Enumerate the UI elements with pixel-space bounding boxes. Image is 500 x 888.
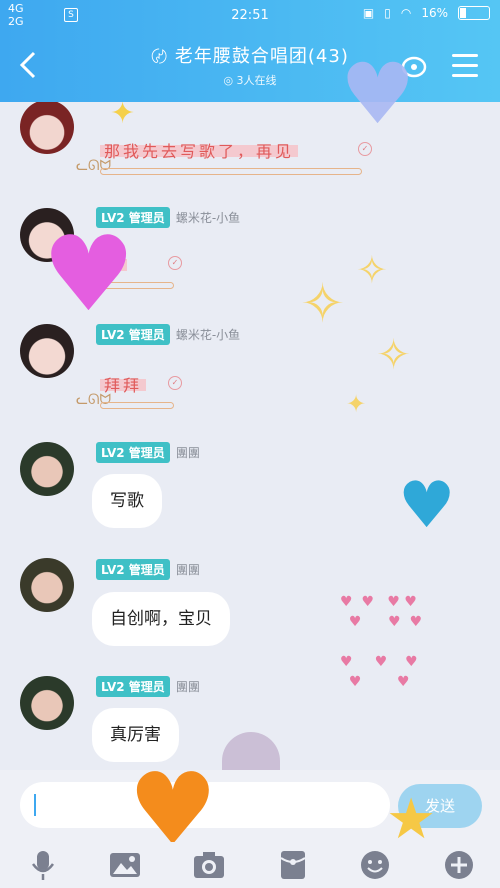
- status-right: ▣ ▯ ◠ 16%: [363, 6, 490, 20]
- microphone-icon[interactable]: [26, 848, 60, 882]
- sparkle-icon: ✧: [376, 330, 412, 379]
- battery-percent: 16%: [421, 6, 448, 20]
- avatar[interactable]: [20, 442, 74, 496]
- image-icon[interactable]: [108, 848, 142, 882]
- message-bubble[interactable]: 写歌: [92, 474, 162, 528]
- message-bubble[interactable]: 自创啊，宝贝: [92, 592, 230, 646]
- blue-heart-icon: ♥: [398, 469, 456, 543]
- sender-row: LV2 管理员 團團: [96, 559, 200, 580]
- message-input[interactable]: [20, 782, 390, 828]
- sticker-message[interactable]: 拜拜 ✓ ᓚᘏᗢ: [76, 366, 196, 410]
- chat-header: 〄 老年腰鼓合唱团(43) ◎ 3人在线: [0, 32, 500, 102]
- check-circle-icon: ◎: [223, 74, 234, 87]
- plus-icon[interactable]: [442, 848, 476, 882]
- bottom-toolbar: [0, 842, 500, 888]
- sticker-message[interactable]: 那我先去写歌了，再见 ✓ ᓚᘏᗢ: [76, 132, 372, 176]
- sender-row: LV2 管理员 團團: [96, 676, 200, 697]
- menu-icon[interactable]: [452, 54, 478, 84]
- sender-name[interactable]: 螺米花-小鱼: [176, 326, 240, 343]
- sticker-decoration: [100, 402, 174, 409]
- sender-row: LV2 管理员 螺米花-小鱼: [96, 324, 240, 345]
- online-text: 3人在线: [236, 74, 277, 87]
- group-settings-icon[interactable]: [400, 54, 428, 80]
- avatar[interactable]: [20, 558, 74, 612]
- battery-saver-icon: ▣: [362, 6, 375, 20]
- sparkle-icon: ✧: [356, 248, 388, 292]
- avatar[interactable]: [20, 676, 74, 730]
- message-list[interactable]: 那我先去写歌了，再见 ✓ ᓚᘏᗢ LV2 管理员 螺米花-小鱼 嗯 ✓ ᓚᘏᗢ …: [0, 102, 500, 770]
- level-badge: LV2 管理员: [96, 207, 170, 228]
- text-caret: [34, 794, 36, 816]
- level-badge: LV2 管理员: [96, 676, 170, 697]
- sticker-message[interactable]: 嗯 ✓ ᓚᘏᗢ: [76, 246, 196, 290]
- read-check-icon: ✓: [168, 376, 182, 390]
- level-badge: LV2 管理员: [96, 559, 170, 580]
- level-badge: LV2 管理员: [96, 442, 170, 463]
- level-badge: LV2 管理员: [96, 324, 170, 345]
- message-bubble[interactable]: 真厉害: [92, 708, 179, 762]
- sender-name[interactable]: 團團: [176, 444, 200, 461]
- battery-icon: [458, 6, 490, 20]
- sender-name[interactable]: 團團: [176, 561, 200, 578]
- read-check-icon: ✓: [168, 256, 182, 270]
- sender-row: LV2 管理员 團團: [96, 442, 200, 463]
- group-name: 老年腰鼓合唱团(43): [174, 46, 349, 67]
- sparkle-icon: ✦: [346, 390, 367, 418]
- sticker-decoration: [100, 168, 362, 175]
- emoji-icon[interactable]: [358, 848, 392, 882]
- avatar[interactable]: [20, 102, 74, 154]
- vibrate-icon: ▯: [384, 6, 391, 20]
- message-text: 那我先去写歌了，再见: [100, 138, 299, 162]
- avatar[interactable]: [20, 324, 74, 378]
- sender-row: LV2 管理员 螺米花-小鱼: [96, 207, 240, 228]
- read-check-icon: ✓: [358, 142, 372, 156]
- petals-decoration: ♥ ♥ ♥ ♥ ♥ ♥ ♥ ♥ ♥ ♥ ♥ ♥: [340, 594, 423, 690]
- ear-icon: 〄: [151, 47, 169, 66]
- sender-name[interactable]: 螺米花-小鱼: [176, 209, 240, 226]
- input-bar: 发送: [0, 770, 500, 842]
- camera-icon[interactable]: [192, 848, 226, 882]
- anime-character-sticker: [222, 732, 280, 770]
- sparkle-icon: ✦: [110, 102, 136, 131]
- sparkle-icon: ✧: [300, 272, 346, 335]
- send-button[interactable]: 发送: [398, 784, 482, 828]
- sticker-decoration: [100, 282, 174, 289]
- status-bar: 4G 2G S 22:51 ▣ ▯ ◠ 16%: [0, 0, 500, 32]
- avatar[interactable]: [20, 208, 74, 262]
- red-packet-icon[interactable]: [276, 848, 310, 882]
- sender-name[interactable]: 團團: [176, 678, 200, 695]
- wifi-icon: ◠: [400, 6, 412, 20]
